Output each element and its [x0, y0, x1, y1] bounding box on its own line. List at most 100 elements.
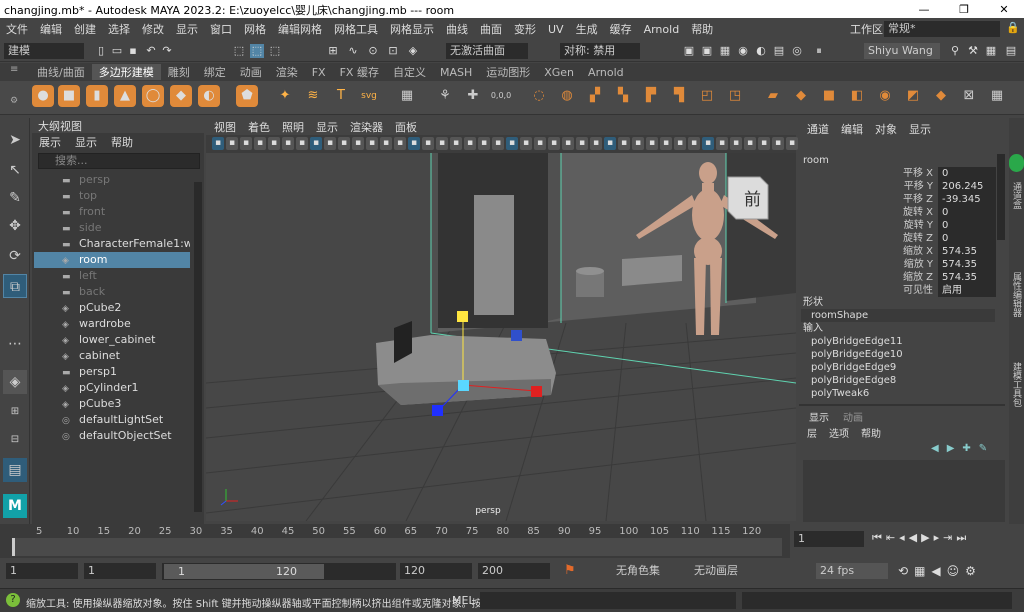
- snap-view-icon[interactable]: ⊡: [386, 44, 400, 58]
- shelf-tab[interactable]: 渲染: [269, 64, 305, 80]
- menu-item[interactable]: 网格工具: [328, 21, 384, 37]
- viewport-tool-icon[interactable]: ▪: [730, 137, 742, 150]
- channel-menu-item[interactable]: 显示: [909, 121, 931, 137]
- minimize-button[interactable]: —: [904, 0, 944, 18]
- viewport-3d[interactable]: 前 persp: [206, 153, 796, 521]
- merge-icon[interactable]: ◉: [874, 85, 896, 107]
- outliner-item[interactable]: ▬ CharacterFemale1:woman: [34, 236, 190, 252]
- channel-value[interactable]: 0: [938, 219, 996, 232]
- shelf-options-icon[interactable]: ⚙: [10, 96, 18, 106]
- redo-icon[interactable]: ↷: [160, 44, 174, 58]
- channel-name[interactable]: 缩放 X: [869, 245, 933, 258]
- poly-cube-icon[interactable]: ■: [58, 85, 80, 107]
- save-scene-icon[interactable]: ▪: [126, 44, 140, 58]
- menu-item[interactable]: 选择: [102, 21, 136, 37]
- side-tab[interactable]: 属性编辑器: [1010, 272, 1023, 317]
- svg-icon[interactable]: svg: [358, 85, 380, 107]
- shelf-tab[interactable]: 动画: [233, 64, 269, 80]
- select-component-icon[interactable]: ⬚: [268, 44, 282, 58]
- poly-disc-icon[interactable]: ◐: [198, 85, 220, 107]
- delete-edge-icon[interactable]: ◆: [930, 85, 952, 107]
- live-surface-field[interactable]: 无激活曲面: [446, 43, 528, 59]
- outliner-item[interactable]: ◈ pCylinder1: [34, 380, 190, 396]
- rotate-tool-icon[interactable]: ⟳: [3, 244, 27, 268]
- viewport-tool-icon[interactable]: ▪: [716, 137, 728, 150]
- outliner-item[interactable]: ◈ pCube2: [34, 300, 190, 316]
- menu-item[interactable]: 曲面: [474, 21, 508, 37]
- channel-value[interactable]: 206.245: [938, 180, 996, 193]
- viewport-tool-icon[interactable]: ▪: [352, 137, 364, 150]
- viewport-menu-item[interactable]: 渲染器: [350, 119, 383, 135]
- shelf-tab[interactable]: 运动图形: [479, 64, 537, 80]
- poly-cylinder-icon[interactable]: ▮: [86, 85, 108, 107]
- channel-value[interactable]: 启用: [938, 284, 996, 297]
- layer-menu-item[interactable]: 层: [807, 425, 817, 440]
- viewport-menu-item[interactable]: 显示: [316, 119, 338, 135]
- channel-name[interactable]: 旋转 X: [869, 206, 933, 219]
- channel-value[interactable]: -39.345: [938, 193, 996, 206]
- side-tab[interactable]: 通道盒: [1010, 182, 1023, 209]
- last-tool-icon[interactable]: ⋯: [3, 332, 27, 356]
- super-shape-icon[interactable]: ✦: [274, 85, 296, 107]
- start-time-field[interactable]: 1: [6, 563, 78, 579]
- outliner-item[interactable]: ▬ side: [34, 220, 190, 236]
- channel-menu-item[interactable]: 通道: [807, 121, 829, 137]
- reset-transform-icon[interactable]: 0,0,0: [490, 85, 512, 107]
- play-forward-icon[interactable]: ▶: [921, 531, 929, 545]
- select-hierarchy-icon[interactable]: ⬚: [232, 44, 246, 58]
- viewport-tool-icon[interactable]: ▪: [520, 137, 532, 150]
- outliner-item[interactable]: ▬ left: [34, 268, 190, 284]
- fps-select[interactable]: 24 fps: [816, 563, 888, 579]
- input-node[interactable]: polyBridgeEdge10: [811, 348, 903, 361]
- undo-icon[interactable]: ↶: [144, 44, 158, 58]
- fill-hole-icon[interactable]: ◆: [790, 85, 812, 107]
- sound-icon[interactable]: ◀: [931, 564, 940, 578]
- arnold-ipr-icon[interactable]: ◎: [790, 44, 804, 58]
- outliner-scrollbar[interactable]: [194, 182, 202, 512]
- layer-move-down-icon[interactable]: ▶: [947, 443, 955, 454]
- character-set-select[interactable]: 无角色集: [612, 563, 684, 579]
- input-node[interactable]: polyBridgeEdge11: [811, 335, 903, 348]
- mel-input[interactable]: [480, 592, 736, 609]
- viewport-tool-icon[interactable]: ▪: [254, 137, 266, 150]
- input-node[interactable]: polyTweak6: [811, 387, 869, 400]
- outliner-item[interactable]: ▬ front: [34, 204, 190, 220]
- viewport-tool-icon[interactable]: ▪: [296, 137, 308, 150]
- shelf-tab[interactable]: XGen: [537, 66, 581, 79]
- step-forward-key-icon[interactable]: ⇥: [943, 531, 952, 545]
- outliner-item[interactable]: ◎ defaultLightSet: [34, 412, 190, 428]
- render-view-icon[interactable]: ◐: [754, 44, 768, 58]
- uv-editor-icon[interactable]: ⊠: [958, 85, 980, 107]
- poly-plane-icon[interactable]: ◆: [170, 85, 192, 107]
- attribute-editor-icon[interactable]: ▦: [984, 44, 998, 58]
- poly-torus-icon[interactable]: ◯: [142, 85, 164, 107]
- step-back-icon[interactable]: ◂: [899, 531, 905, 545]
- side-tab[interactable]: 建模工具包: [1010, 362, 1023, 407]
- viewport-tool-icon[interactable]: ▪: [576, 137, 588, 150]
- new-layer-icon[interactable]: ✚: [962, 443, 970, 454]
- viewport-tool-icon[interactable]: ▪: [478, 137, 490, 150]
- render-icon[interactable]: ▣: [682, 44, 696, 58]
- symmetry-select[interactable]: 对称: 禁用: [560, 43, 640, 59]
- channel-name[interactable]: 缩放 Y: [869, 258, 933, 271]
- outliner-item[interactable]: ▬ back: [34, 284, 190, 300]
- scale-tool-icon[interactable]: ⧉: [3, 274, 27, 298]
- paint-select-icon[interactable]: ✎: [3, 186, 27, 210]
- viewport-tool-icon[interactable]: ▪: [688, 137, 700, 150]
- viewport-tool-icon[interactable]: ▪: [226, 137, 238, 150]
- auto-key-icon[interactable]: ⚑: [564, 563, 576, 578]
- modeling-toolkit-icon[interactable]: ⚒: [966, 44, 980, 58]
- channel-name[interactable]: 旋转 Z: [869, 232, 933, 245]
- layer-tab[interactable]: 显示: [809, 409, 829, 424]
- viewport-tool-icon[interactable]: ▪: [758, 137, 770, 150]
- layer-tab[interactable]: 动画: [843, 409, 863, 424]
- current-frame-field[interactable]: 1: [794, 531, 864, 547]
- playback-options-icon[interactable]: ▦: [914, 564, 925, 578]
- preferences-icon[interactable]: ⚙: [965, 564, 976, 578]
- viewport-tool-icon[interactable]: ▪: [674, 137, 686, 150]
- snap-point-icon[interactable]: ⊙: [366, 44, 380, 58]
- poly-sphere-icon[interactable]: ●: [32, 85, 54, 107]
- channel-menu-item[interactable]: 对象: [875, 121, 897, 137]
- range-slider[interactable]: 1 120: [162, 563, 396, 580]
- viewport-tool-icon[interactable]: ▪: [604, 137, 616, 150]
